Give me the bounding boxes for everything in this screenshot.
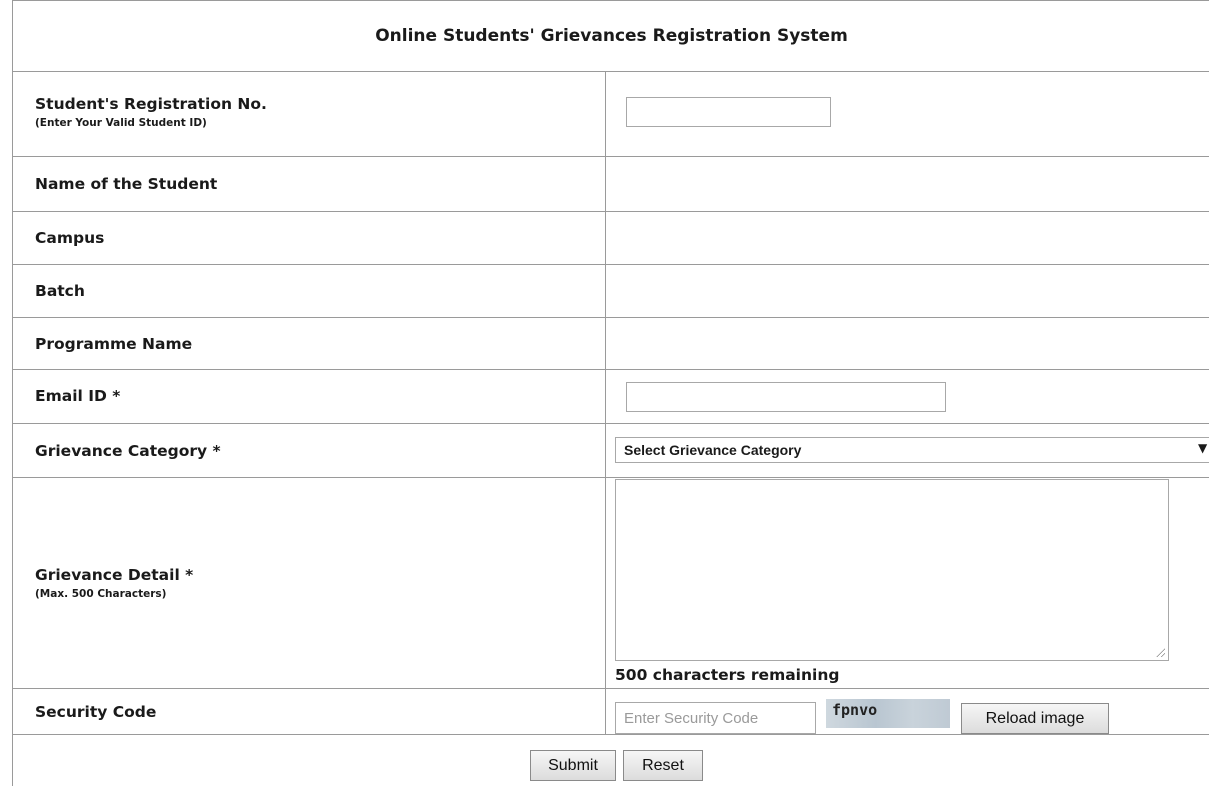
batch-label: Batch <box>35 282 85 300</box>
detail-hint: (Max. 500 Characters) <box>35 588 167 600</box>
email-label: Email ID * <box>35 387 121 405</box>
student-name-row: Name of the Student <box>13 157 1209 212</box>
registration-hint: (Enter Your Valid Student ID) <box>35 117 207 129</box>
batch-row: Batch <box>13 265 1209 318</box>
registration-label: Student's Registration No. <box>35 95 267 113</box>
email-input[interactable] <box>626 382 946 412</box>
grievance-form-table: Online Students' Grievances Registration… <box>12 0 1209 786</box>
email-row: Email ID * <box>13 370 1209 424</box>
security-code-input[interactable]: Enter Security Code <box>615 702 816 734</box>
captcha-text: fpnvo <box>832 701 878 719</box>
grievance-detail-textarea[interactable] <box>615 479 1169 661</box>
programme-row: Programme Name <box>13 318 1209 370</box>
detail-label: Grievance Detail * <box>35 566 194 584</box>
security-label: Security Code <box>35 703 157 721</box>
student-name-label: Name of the Student <box>35 175 218 193</box>
grievance-category-select[interactable]: Select Grievance Category <box>615 437 1209 463</box>
campus-row: Campus <box>13 212 1209 265</box>
chevron-down-icon[interactable]: ▼ <box>1198 441 1207 455</box>
reset-label: Reset <box>642 756 684 774</box>
category-selected-value: Select Grievance Category <box>624 442 802 458</box>
submit-label: Submit <box>548 756 598 774</box>
form-title: Online Students' Grievances Registration… <box>375 26 848 46</box>
registration-input[interactable] <box>626 97 831 127</box>
resize-grip-icon[interactable] <box>1156 648 1165 657</box>
submit-button[interactable]: Submit <box>530 750 616 781</box>
form-title-row: Online Students' Grievances Registration… <box>13 1 1209 72</box>
captcha-image: fpnvo <box>826 699 950 728</box>
registration-row: Student's Registration No. (Enter Your V… <box>13 71 1209 157</box>
reload-image-label: Reload image <box>985 709 1085 727</box>
campus-label: Campus <box>35 229 105 247</box>
reset-button[interactable]: Reset <box>623 750 703 781</box>
programme-label: Programme Name <box>35 335 193 353</box>
category-label: Grievance Category * <box>35 442 221 460</box>
characters-remaining: 500 characters remaining <box>615 666 840 684</box>
security-code-placeholder: Enter Security Code <box>624 710 759 727</box>
reload-image-button[interactable]: Reload image <box>961 703 1109 734</box>
